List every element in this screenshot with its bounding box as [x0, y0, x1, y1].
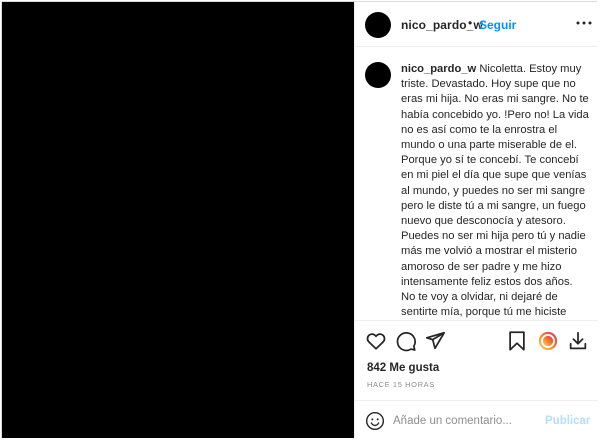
follow-button[interactable]: Seguir	[479, 18, 516, 32]
avatar[interactable]	[365, 12, 391, 38]
post-sidebar: nico_pardo_w • Seguir nico_pardo_w Nicol…	[354, 2, 598, 438]
caption-username[interactable]: nico_pardo_w	[401, 63, 476, 75]
story-ring-icon[interactable]	[537, 330, 559, 352]
comment-input[interactable]	[393, 410, 533, 432]
comment-form: Publicar	[355, 400, 598, 438]
heart-icon[interactable]	[365, 330, 387, 352]
emoji-icon[interactable]	[365, 411, 385, 431]
post-caption: nico_pardo_w Nicoletta. Estoy muy triste…	[401, 62, 589, 320]
action-bar-divider	[355, 320, 598, 321]
likes-count[interactable]: 842 Me gusta	[367, 362, 439, 374]
post-header: nico_pardo_w • Seguir	[355, 2, 598, 47]
post-image[interactable]	[2, 2, 354, 438]
header-separator: •	[468, 16, 473, 30]
caption-text: Nicoletta. Estoy muy triste. Devastado. …	[401, 63, 589, 319]
more-horizontal-icon[interactable]	[575, 14, 593, 32]
bookmark-icon[interactable]	[506, 330, 528, 352]
comment-icon[interactable]	[395, 330, 417, 352]
download-icon[interactable]	[567, 330, 589, 352]
caption-area: nico_pardo_w Nicoletta. Estoy muy triste…	[355, 48, 598, 320]
caption-avatar[interactable]	[365, 62, 391, 88]
post-timestamp[interactable]: HACE 15 HORAS	[367, 380, 435, 389]
publish-button[interactable]: Publicar	[545, 415, 590, 427]
send-icon[interactable]	[424, 330, 446, 352]
